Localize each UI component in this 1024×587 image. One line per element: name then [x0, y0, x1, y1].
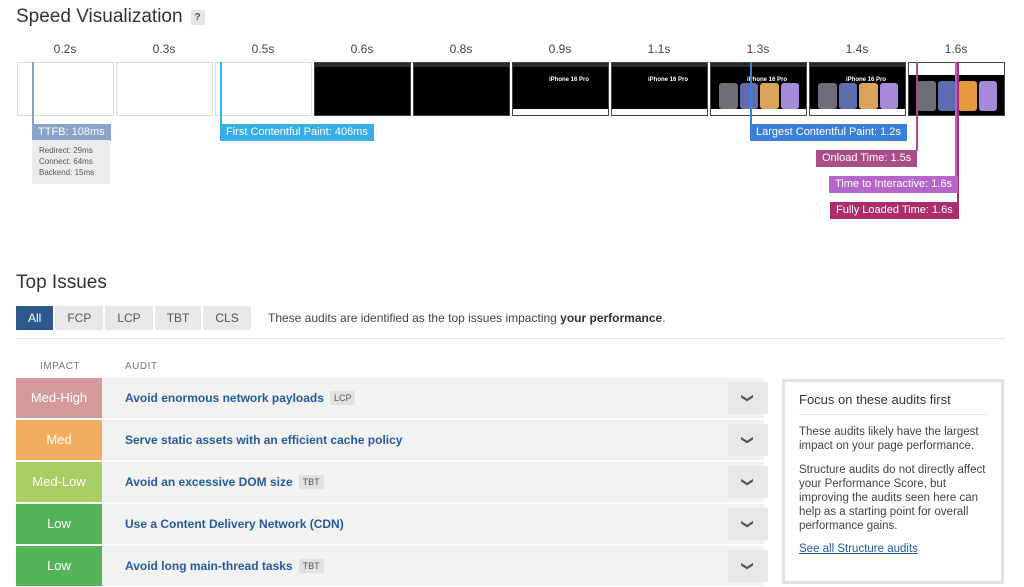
ttfb-marker-line — [32, 62, 34, 124]
section-divider — [16, 338, 1006, 339]
audit-name: Avoid long main-thread tasks — [125, 559, 293, 573]
time-label: 0.6s — [350, 42, 374, 56]
chevron-down-icon[interactable]: ❯ — [728, 382, 768, 414]
phone-lineup-image — [818, 83, 898, 109]
impact-badge: Med-Low — [16, 462, 102, 502]
audit-title[interactable]: Serve static assets with an efficient ca… — [125, 433, 402, 447]
connect-time: Connect: 64ms — [39, 157, 93, 166]
time-label: 0.5s — [251, 42, 275, 56]
metric-tag: LCP — [329, 391, 356, 405]
fcp-marker-line — [220, 62, 222, 124]
audit-title[interactable]: Use a Content Delivery Network (CDN) — [125, 517, 344, 531]
desc-prefix: These audits are identified as the top i… — [268, 311, 561, 325]
help-icon[interactable]: ? — [190, 9, 205, 25]
time-label: 0.3s — [152, 42, 176, 56]
audit-column-header: AUDIT — [125, 361, 158, 372]
time-label: 1.1s — [647, 42, 671, 56]
audit-name: Avoid enormous network payloads — [125, 391, 324, 405]
ttfb-tag: TTFB: 108ms — [32, 124, 111, 141]
filmstrip-frame[interactable]: iPhone 16 Pro — [611, 62, 708, 116]
focus-paragraph: Structure audits do not directly affect … — [799, 464, 986, 532]
filmstrip-frame[interactable]: iPhone 16 Pro — [512, 62, 609, 116]
filmstrip-timeline: 0.2s 0.3s 0.5s 0.6s 0.8s 0.9s 1.1s 1.3s … — [16, 40, 1006, 220]
chevron-down-icon[interactable]: ❯ — [728, 424, 768, 456]
time-label: 1.6s — [944, 42, 968, 56]
impact-badge: Med — [16, 420, 102, 460]
audit-name: Use a Content Delivery Network (CDN) — [125, 517, 344, 531]
tab-tbt[interactable]: TBT — [154, 306, 202, 330]
onload-marker-line — [916, 62, 918, 151]
tab-lcp[interactable]: LCP — [105, 306, 153, 330]
lcp-marker-line — [750, 62, 752, 124]
time-label: 0.9s — [548, 42, 572, 56]
metric-tag: TBT — [298, 559, 324, 573]
onload-tag: Onload Time: 1.5s — [816, 150, 918, 167]
impact-badge: Low — [16, 546, 102, 586]
see-all-structure-audits-link[interactable]: See all Structure audits — [799, 543, 987, 555]
audit-title[interactable]: Avoid an excessive DOM size TBT — [125, 475, 324, 489]
phone-lineup-image — [719, 83, 799, 109]
audit-name: Serve static assets with an efficient ca… — [125, 433, 403, 447]
desc-suffix: . — [662, 311, 666, 325]
issues-description: These audits are identified as the top i… — [268, 311, 666, 325]
filmstrip-frame[interactable] — [314, 62, 411, 116]
impact-badge: Low — [16, 504, 102, 544]
focus-title: Focus on these audits first — [799, 392, 987, 415]
frame-caption: iPhone 16 Pro — [549, 77, 590, 83]
speed-title-text: Speed Visualization — [16, 6, 183, 27]
chevron-down-icon[interactable]: ❯ — [728, 466, 768, 498]
audit-title[interactable]: Avoid enormous network payloads LCP — [125, 391, 356, 405]
chevron-down-icon[interactable]: ❯ — [728, 550, 768, 582]
audit-row[interactable]: Med Serve static assets with an efficien… — [16, 420, 768, 460]
focus-paragraph: These audits likely have the largest imp… — [799, 426, 979, 452]
time-label: 1.3s — [746, 42, 770, 56]
desc-bold: your performance — [560, 311, 663, 325]
filmstrip-frame[interactable] — [413, 62, 510, 116]
chevron-down-icon[interactable]: ❯ — [728, 508, 768, 540]
audit-name: Avoid an excessive DOM size — [125, 475, 293, 489]
tab-fcp[interactable]: FCP — [55, 306, 104, 330]
frame-caption: iPhone 16 Pro — [648, 77, 689, 83]
fully-loaded-tag: Fully Loaded Time: 1.6s — [830, 202, 959, 219]
fcp-tag: First Contentful Paint: 406ms — [220, 124, 374, 141]
issue-filter-tabs: All FCP LCP TBT CLS — [16, 306, 251, 330]
metric-tag: TBT — [298, 475, 324, 489]
time-label: 0.2s — [53, 42, 77, 56]
top-issues-title: Top Issues — [16, 272, 107, 293]
ttfb-breakdown: Redirect: 29ms Connect: 64ms Backend: 15… — [32, 140, 110, 184]
time-label: 0.8s — [449, 42, 473, 56]
audit-row[interactable]: Low Use a Content Delivery Network (CDN)… — [16, 504, 768, 544]
time-label: 1.4s — [845, 42, 869, 56]
audit-title[interactable]: Avoid long main-thread tasks TBT — [125, 559, 324, 573]
impact-badge: Med-High — [16, 378, 102, 418]
filmstrip-frame[interactable] — [116, 62, 213, 116]
tti-tag: Time to Interactive: 1.6s — [829, 176, 958, 193]
impact-column-header: IMPACT — [40, 361, 81, 372]
lcp-tag: Largest Contentful Paint: 1.2s — [750, 124, 907, 141]
audit-list: Med-High Avoid enormous network payloads… — [16, 378, 768, 587]
audit-row[interactable]: Low Avoid long main-thread tasks TBT ❯ — [16, 546, 768, 586]
focus-audits-panel: Focus on these audits first These audits… — [782, 379, 1004, 584]
tab-cls[interactable]: CLS — [203, 306, 251, 330]
redirect-time: Redirect: 29ms — [39, 146, 93, 155]
backend-time: Backend: 15ms — [39, 168, 95, 177]
speed-visualization-title: Speed Visualization ? — [16, 6, 205, 28]
filmstrip-frame[interactable] — [215, 62, 312, 116]
filmstrip-frame[interactable]: iPhone 16 Pro — [710, 62, 807, 116]
filmstrip-frame[interactable]: iPhone 16 Pro — [809, 62, 906, 116]
tab-all[interactable]: All — [16, 306, 54, 330]
audit-row[interactable]: Med-High Avoid enormous network payloads… — [16, 378, 768, 418]
audit-row[interactable]: Med-Low Avoid an excessive DOM size TBT ❯ — [16, 462, 768, 502]
